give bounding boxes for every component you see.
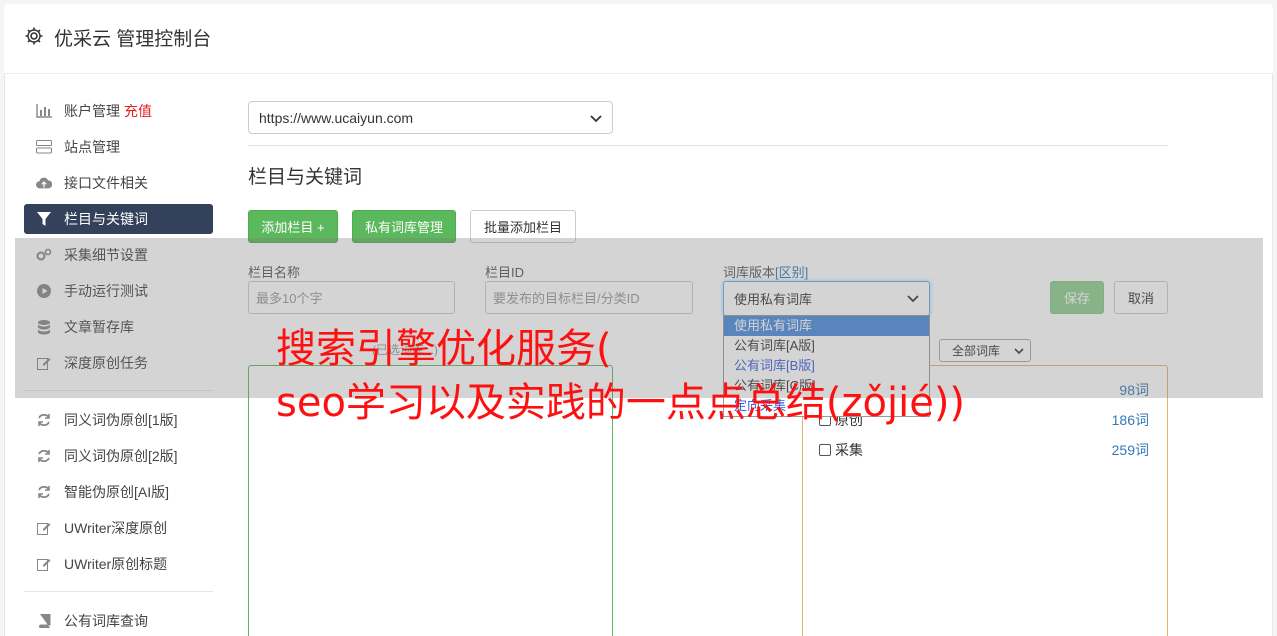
gear-icon (24, 26, 44, 46)
lib-count: 186词 (1111, 412, 1149, 428)
sidebar-item-account[interactable]: 账户管理 充值 (24, 96, 213, 126)
section-divider (248, 145, 1168, 146)
overlay-headline: 搜索引擎优化服务( seo学习以及实践的一点点总结(zǒjié)) (276, 322, 965, 430)
sidebar-item-api-files[interactable]: 接口文件相关 (24, 168, 213, 198)
site-select[interactable]: https://www.ucaiyun.com (248, 101, 613, 134)
sidebar-item-label: 接口文件相关 (64, 175, 148, 191)
sidebar-item-uwriter-deep[interactable]: UWriter深度原创 (24, 513, 213, 543)
lib-label: 采集 (835, 442, 863, 458)
cloud-upload-icon (36, 175, 52, 191)
section-title: 栏目与关键词 (248, 167, 363, 188)
page-header: 优采云 管理控制台 (4, 4, 1273, 74)
sidebar-item-ai-rewrite[interactable]: 智能伪原创[AI版] (24, 477, 213, 507)
sidebar-item-label: UWriter原创标题 (64, 556, 168, 572)
refresh-icon (36, 412, 52, 428)
sidebar-item-synonym-v1[interactable]: 同义词伪原创[1版] (24, 405, 213, 435)
sidebar-divider (24, 591, 213, 592)
sidebar-item-public-lib[interactable]: 公有词库查询 (24, 606, 213, 636)
recharge-link[interactable]: 充值 (124, 101, 152, 121)
sidebar-item-sites[interactable]: 站点管理 (24, 132, 213, 162)
sidebar-item-label: UWriter深度原创 (64, 520, 168, 536)
edit-icon (36, 556, 52, 572)
sidebar-item-label: 同义词伪原创[2版] (64, 448, 178, 464)
book-icon (36, 613, 52, 629)
sidebar-item-label: 账户管理 (64, 103, 120, 119)
refresh-icon (36, 484, 52, 500)
sidebar-item-label: 站点管理 (64, 139, 120, 155)
overlay-line-2: seo学习以及实践的一点点总结(zǒjié)) (276, 380, 966, 426)
bar-chart-icon (36, 103, 52, 119)
sidebar-item-label: 同义词伪原创[1版] (64, 412, 178, 428)
lib-row[interactable]: 采集 259词 (819, 440, 1149, 460)
lib-checkbox[interactable] (819, 444, 831, 456)
sidebar-item-uwriter-title[interactable]: UWriter原创标题 (24, 549, 213, 579)
refresh-icon (36, 448, 52, 464)
edit-icon (36, 520, 52, 536)
sidebar-item-columns-keywords[interactable]: 栏目与关键词 (24, 204, 213, 234)
overlay-line-1: 搜索引擎优化服务( (276, 326, 612, 372)
lib-count: 259词 (1111, 442, 1149, 458)
page-title: 优采云 管理控制台 (54, 29, 212, 50)
site-select-value: https://www.ucaiyun.com (259, 109, 414, 126)
sidebar-item-label: 公有词库查询 (64, 613, 148, 629)
server-icon (36, 139, 52, 155)
filter-icon (36, 211, 52, 227)
chevron-down-icon (590, 110, 602, 126)
sidebar-item-label: 栏目与关键词 (64, 211, 148, 227)
sidebar-item-label: 智能伪原创[AI版] (64, 484, 170, 500)
sidebar-item-synonym-v2[interactable]: 同义词伪原创[2版] (24, 441, 213, 471)
